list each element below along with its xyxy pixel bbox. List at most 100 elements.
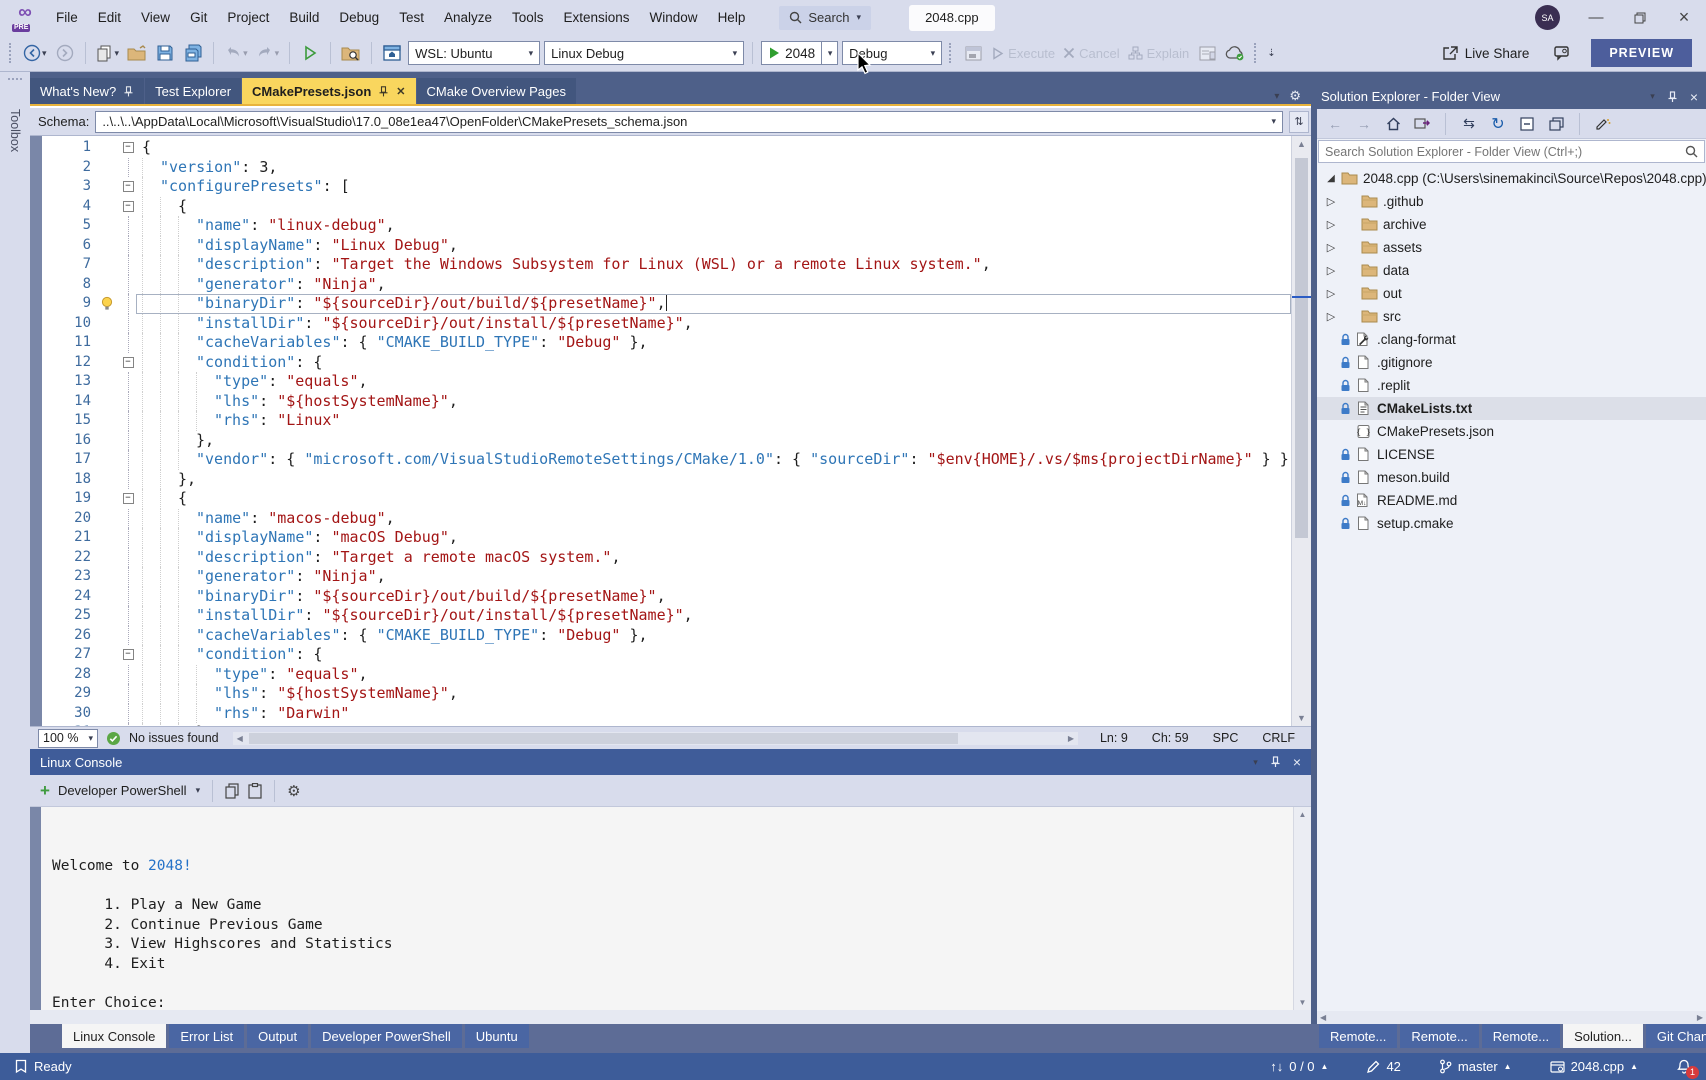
- right-tab-git-chan[interactable]: Git Chan...: [1646, 1024, 1706, 1048]
- tree-item-readme-md[interactable]: M↓README.md: [1317, 489, 1706, 512]
- code-line-25[interactable]: 25"installDir": "${sourceDir}/out/instal…: [42, 606, 1291, 626]
- git-branch-status[interactable]: master ▲: [1439, 1059, 1512, 1074]
- toolbox-tab[interactable]: Toolbox: [8, 109, 22, 152]
- expanded-triangle-icon[interactable]: ◢: [1323, 173, 1339, 184]
- window-position-chevron-icon[interactable]: ▾: [1253, 757, 1258, 768]
- console-settings-gear-icon[interactable]: ⚙: [287, 782, 300, 800]
- panel-title-bar[interactable]: Solution Explorer - Folder View ▾ ×: [1317, 84, 1706, 109]
- menu-project[interactable]: Project: [217, 0, 279, 35]
- menu-git[interactable]: Git: [180, 0, 217, 35]
- pending-edits-status[interactable]: 42: [1366, 1059, 1400, 1074]
- fold-margin[interactable]: [120, 275, 136, 295]
- toolbar-overflow-chevron[interactable]: ⇣: [1267, 48, 1275, 59]
- right-tab-solution[interactable]: Solution...: [1563, 1024, 1643, 1048]
- close-button[interactable]: ×: [1662, 0, 1706, 35]
- forward-icon[interactable]: →: [1354, 113, 1374, 135]
- fold-margin[interactable]: [120, 158, 136, 178]
- console-horizontal-scrollbar[interactable]: [30, 1010, 1311, 1024]
- fold-margin[interactable]: [120, 509, 136, 529]
- collapsed-triangle-icon[interactable]: ▷: [1323, 195, 1339, 208]
- menu-test[interactable]: Test: [389, 0, 434, 35]
- bottom-tab-output[interactable]: Output: [247, 1024, 308, 1048]
- fold-margin[interactable]: −: [120, 489, 136, 509]
- fold-margin[interactable]: [120, 216, 136, 236]
- code-line-28[interactable]: 28"type": "equals",: [42, 665, 1291, 685]
- pending-changes-filter-icon[interactable]: ⇆: [1459, 113, 1479, 135]
- menu-file[interactable]: File: [46, 0, 88, 35]
- code-line-17[interactable]: 17"vendor": { "microsoft.com/VisualStudi…: [42, 450, 1291, 470]
- code-line-29[interactable]: 29"lhs": "${hostSystemName}",: [42, 684, 1291, 704]
- tree-root-row[interactable]: ◢ 2048.cpp (C:\Users\sinemakinci\Source\…: [1317, 167, 1706, 190]
- schema-combo[interactable]: ..\..\..\AppData\Local\Microsoft\VisualS…: [95, 111, 1283, 133]
- tree-item-github[interactable]: ▷.github: [1317, 190, 1706, 213]
- tree-item-replit[interactable]: .replit: [1317, 374, 1706, 397]
- code-line-9[interactable]: 9"binaryDir": "${sourceDir}/out/build/${…: [42, 294, 1291, 314]
- fold-collapse-icon[interactable]: −: [123, 142, 134, 153]
- redo-button[interactable]: ▾: [254, 40, 282, 66]
- repository-status[interactable]: 2048.cpp ▲: [1550, 1059, 1638, 1074]
- refresh-icon[interactable]: ↻: [1488, 113, 1508, 135]
- start-without-debugging-button[interactable]: [298, 40, 322, 66]
- tree-item-out[interactable]: ▷out: [1317, 282, 1706, 305]
- chevron-down-icon[interactable]: ▾: [196, 785, 201, 796]
- scroll-left-icon[interactable]: ◀: [233, 734, 247, 743]
- code-line-24[interactable]: 24"binaryDir": "${sourceDir}/out/build/$…: [42, 587, 1291, 607]
- close-tab-icon[interactable]: ✕: [396, 85, 405, 98]
- code-line-21[interactable]: 21"displayName": "macOS Debug",: [42, 528, 1291, 548]
- fold-margin[interactable]: [120, 431, 136, 451]
- fold-collapse-icon[interactable]: −: [123, 493, 134, 504]
- explain-button[interactable]: Explain: [1126, 40, 1192, 66]
- tab-what-s-new[interactable]: What's New?: [30, 78, 144, 104]
- code-line-2[interactable]: 2"version": 3,: [42, 158, 1291, 178]
- fold-collapse-icon[interactable]: −: [123, 357, 134, 368]
- right-tab-remote[interactable]: Remote...: [1400, 1024, 1478, 1048]
- home-icon[interactable]: [1383, 113, 1403, 135]
- tree-item-cmakelists-txt[interactable]: CMakeLists.txt: [1317, 397, 1706, 420]
- code-line-6[interactable]: 6"displayName": "Linux Debug",: [42, 236, 1291, 256]
- code-line-26[interactable]: 26"cacheVariables": { "CMAKE_BUILD_TYPE"…: [42, 626, 1291, 646]
- menu-extensions[interactable]: Extensions: [554, 0, 640, 35]
- whitespace-indicator[interactable]: SPC: [1205, 731, 1247, 745]
- window-position-chevron-icon[interactable]: ▾: [1650, 91, 1655, 102]
- bottom-tab-developer-powershell[interactable]: Developer PowerShell: [311, 1024, 462, 1048]
- minimize-button[interactable]: —: [1574, 0, 1618, 35]
- bottom-tab-linux-console[interactable]: Linux Console: [62, 1024, 166, 1048]
- scrollbar-thumb[interactable]: [249, 733, 958, 744]
- console-vertical-scrollbar[interactable]: ▲ ▼: [1293, 807, 1311, 1010]
- code-line-4[interactable]: 4−{: [42, 197, 1291, 217]
- fold-margin[interactable]: [120, 411, 136, 431]
- collapsed-triangle-icon[interactable]: ▷: [1323, 241, 1339, 254]
- menu-help[interactable]: Help: [708, 0, 756, 35]
- collapsed-triangle-icon[interactable]: ▷: [1323, 287, 1339, 300]
- scroll-left-icon[interactable]: ◀: [1320, 1013, 1326, 1022]
- issues-status[interactable]: No issues found: [129, 731, 219, 745]
- save-all-button[interactable]: [181, 40, 205, 66]
- fold-margin[interactable]: [120, 587, 136, 607]
- start-debugging-button[interactable]: 2048 ▾: [761, 41, 838, 65]
- code-line-13[interactable]: 13"type": "equals",: [42, 372, 1291, 392]
- undo-button[interactable]: ▾: [222, 40, 250, 66]
- right-tab-remote[interactable]: Remote...: [1482, 1024, 1560, 1048]
- collapsed-triangle-icon[interactable]: ▷: [1323, 218, 1339, 231]
- run-target-dropdown[interactable]: ▾: [821, 42, 837, 64]
- scroll-up-icon[interactable]: ▲: [1292, 136, 1311, 152]
- editor-vertical-scrollbar[interactable]: ▲ ▼: [1291, 136, 1311, 726]
- split-editor-handle[interactable]: ⇅: [1289, 111, 1309, 133]
- line-indicator[interactable]: Ln: 9: [1092, 731, 1136, 745]
- fold-margin[interactable]: [120, 392, 136, 412]
- code-line-22[interactable]: 22"description": "Target a remote macOS …: [42, 548, 1291, 568]
- find-in-files-button[interactable]: [339, 40, 363, 66]
- tree-item-archive[interactable]: ▷archive: [1317, 213, 1706, 236]
- tree-item-license[interactable]: LICENSE: [1317, 443, 1706, 466]
- show-all-files-icon[interactable]: [1546, 113, 1566, 135]
- tab-cmakepresets-json[interactable]: CMakePresets.json✕: [242, 78, 415, 104]
- code-line-20[interactable]: 20"name": "macos-debug",: [42, 509, 1291, 529]
- tree-item-data[interactable]: ▷data: [1317, 259, 1706, 282]
- restore-button[interactable]: [1618, 0, 1662, 35]
- scrollbar-thumb[interactable]: [1295, 158, 1308, 538]
- fold-margin[interactable]: −: [120, 645, 136, 665]
- fold-collapse-icon[interactable]: −: [123, 181, 134, 192]
- toolbar-grip[interactable]: [949, 43, 954, 63]
- menu-build[interactable]: Build: [279, 0, 329, 35]
- pin-icon[interactable]: [1270, 756, 1281, 768]
